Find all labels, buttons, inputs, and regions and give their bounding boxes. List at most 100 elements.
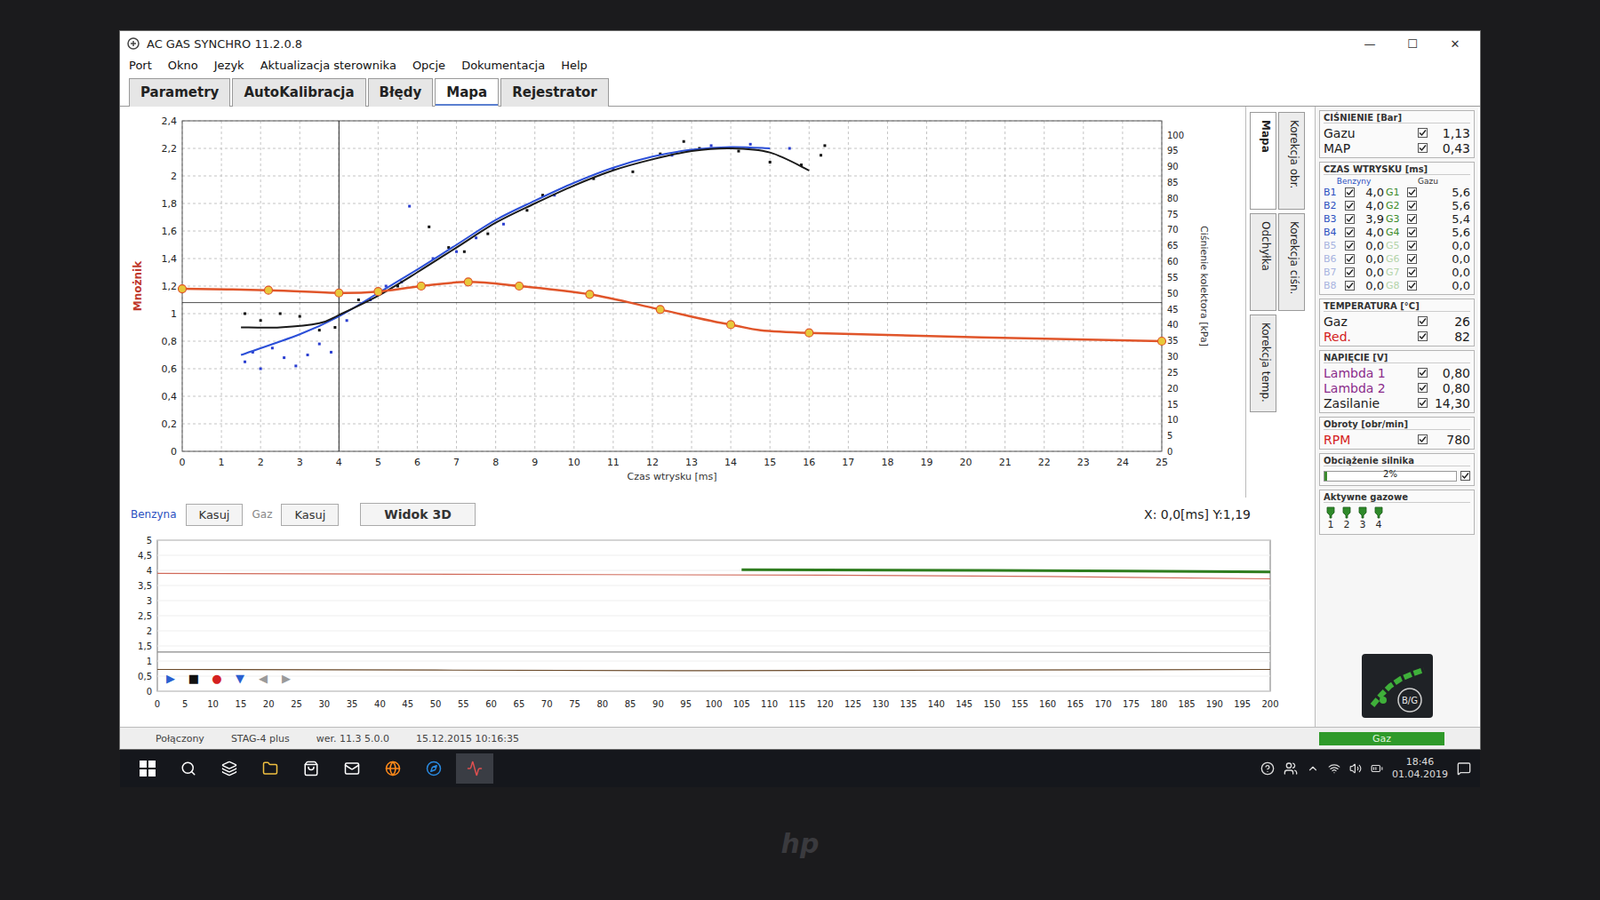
grid-line (157, 585, 1271, 587)
playback-button[interactable]: ◀ (253, 670, 273, 688)
checkbox[interactable] (1344, 187, 1355, 198)
checkbox[interactable] (1417, 383, 1428, 393)
playback-button[interactable]: ■ (184, 670, 204, 688)
tab[interactable]: Błędy (368, 78, 434, 107)
playback-button[interactable]: ▶ (276, 670, 296, 688)
start-button[interactable] (128, 753, 167, 784)
checkbox[interactable] (1407, 280, 1417, 291)
search-button[interactable] (169, 753, 208, 784)
menu-item[interactable]: Aktualizacja sterownika (260, 58, 397, 72)
y-tick: 4 (146, 566, 152, 576)
map-point[interactable] (464, 278, 472, 287)
map-point[interactable] (178, 285, 187, 294)
checkbox[interactable] (1417, 128, 1428, 138)
fuel-switch-icon[interactable]: B/G (1361, 654, 1433, 719)
menu-item[interactable]: Port (128, 58, 152, 72)
checkbox[interactable] (1407, 254, 1417, 264)
store-button[interactable] (292, 753, 330, 784)
scatter-series (243, 140, 826, 332)
playback-button[interactable]: ● (207, 670, 227, 688)
checkbox[interactable] (1344, 240, 1355, 251)
checkbox[interactable] (1407, 227, 1417, 238)
volume-icon[interactable] (1349, 762, 1362, 776)
clear-button[interactable]: Kasuj (280, 504, 339, 527)
side-tab[interactable]: Korekcja temp. (1249, 314, 1277, 413)
window-control[interactable]: ☐ (1394, 37, 1431, 51)
right-tick: 100 (1167, 130, 1184, 141)
clear-button[interactable]: Kasuj (185, 504, 244, 527)
map-point[interactable] (585, 290, 594, 299)
menu-item[interactable]: Jezyk (214, 58, 245, 72)
map-chart[interactable]: 0123456789101112131415161718192021222324… (120, 106, 1246, 498)
edge-button[interactable] (415, 753, 453, 784)
network-icon[interactable] (1328, 762, 1341, 776)
checkbox[interactable] (1344, 214, 1355, 224)
notifications-icon[interactable] (1456, 761, 1472, 776)
recorder-chart[interactable]: 00,511,522,533,544,550510152025303540455… (123, 531, 1312, 720)
checkbox[interactable] (1407, 267, 1417, 278)
map-point[interactable] (416, 282, 425, 291)
tab[interactable]: Parametry (128, 78, 231, 107)
side-tab[interactable]: Korekcja ciśn. (1278, 213, 1305, 312)
side-tab[interactable]: Mapa (1249, 112, 1277, 210)
map-point[interactable] (515, 282, 524, 291)
map-point[interactable] (656, 305, 664, 314)
checkbox[interactable] (1417, 434, 1428, 445)
people-icon[interactable] (1283, 761, 1298, 776)
right-tick: 85 (1167, 177, 1179, 188)
playback-button[interactable]: ▶ (160, 670, 181, 688)
map-point[interactable] (374, 288, 383, 296)
task-view-button[interactable] (210, 753, 248, 784)
clock[interactable]: 18:4601.04.2019 (1392, 756, 1448, 783)
tab[interactable]: AutoKalibracja (232, 78, 366, 107)
checkbox[interactable] (1460, 471, 1471, 481)
petrol-value: 0,0 (1357, 239, 1384, 253)
fuel-switch[interactable]: B/G (1319, 648, 1475, 724)
menu-item[interactable]: Help (560, 58, 588, 72)
ac-gas-button[interactable] (456, 753, 494, 784)
help-icon[interactable] (1260, 761, 1275, 776)
checkbox[interactable] (1407, 200, 1417, 211)
view-3d-button[interactable]: Widok 3D (360, 503, 475, 527)
map-point[interactable] (805, 328, 814, 337)
x-tick: 19 (920, 456, 934, 469)
grid-line (182, 258, 1162, 260)
checkbox[interactable] (1344, 200, 1355, 211)
explorer-button[interactable] (251, 753, 289, 784)
window-control[interactable]: ✕ (1437, 37, 1473, 51)
checkbox[interactable] (1407, 240, 1417, 251)
map-curve[interactable] (178, 278, 1167, 346)
tab[interactable]: Mapa (434, 78, 499, 107)
checkbox[interactable] (1344, 227, 1355, 238)
checkbox[interactable] (1417, 368, 1428, 378)
chevron-up-icon[interactable] (1306, 762, 1320, 776)
data-point (259, 368, 263, 371)
tick-icon (1345, 255, 1354, 264)
menu-item[interactable]: Okno (168, 58, 199, 72)
firefox-button[interactable] (374, 753, 412, 784)
checkbox[interactable] (1344, 254, 1355, 264)
checkbox[interactable] (1407, 214, 1417, 224)
menu-item[interactable]: Dokumentacja (461, 58, 545, 72)
map-point[interactable] (1158, 337, 1167, 346)
menu-item[interactable]: Opcje (412, 58, 446, 72)
checkbox[interactable] (1417, 143, 1428, 153)
checkbox[interactable] (1344, 267, 1355, 278)
checkbox[interactable] (1417, 316, 1428, 327)
battery-icon[interactable] (1370, 762, 1384, 776)
mail-button[interactable] (333, 753, 371, 784)
map-point[interactable] (264, 286, 272, 295)
map-point[interactable] (335, 288, 344, 297)
checkbox[interactable] (1407, 187, 1417, 198)
right-tick: 70 (1167, 224, 1179, 235)
checkbox[interactable] (1417, 398, 1428, 408)
side-tab[interactable]: Odchyłka (1249, 213, 1277, 312)
checkbox[interactable] (1344, 280, 1355, 291)
playback-button[interactable]: ▼ (230, 670, 250, 688)
tab[interactable]: Rejestrator (500, 78, 609, 107)
map-point[interactable] (727, 320, 736, 329)
data-point (819, 153, 823, 157)
window-control[interactable]: — (1352, 37, 1388, 51)
checkbox[interactable] (1417, 331, 1428, 342)
side-tab[interactable]: Korekcja obr. (1278, 112, 1305, 210)
